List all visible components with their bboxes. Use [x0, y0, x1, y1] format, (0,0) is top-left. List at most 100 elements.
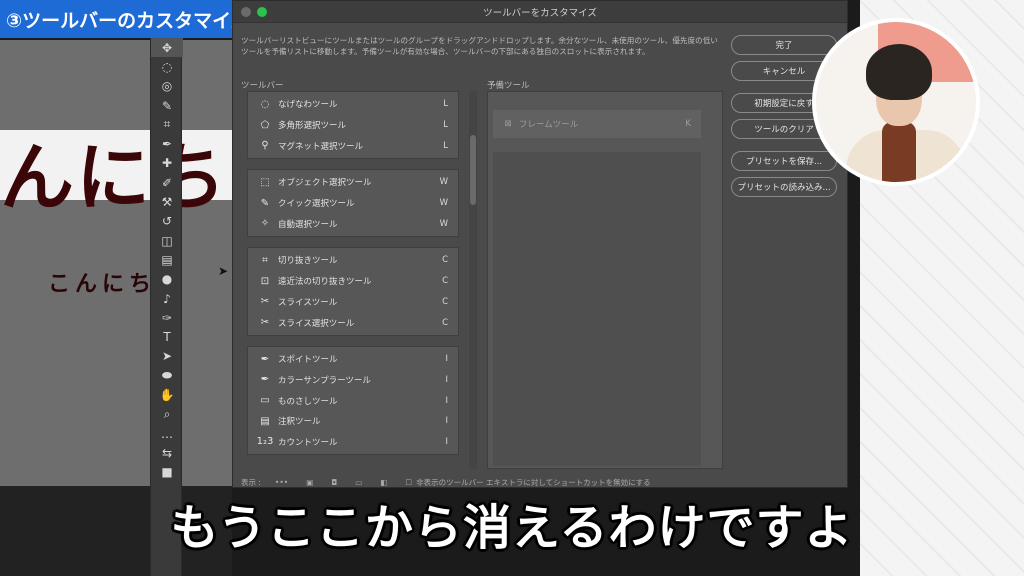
show-extras-icon[interactable]: ••• [275, 478, 288, 487]
blur-icon[interactable]: ● [151, 270, 183, 289]
history-brush-icon[interactable]: ↺ [151, 212, 183, 231]
extra-tools-panel[interactable]: ⊠ フレームツール K [487, 91, 723, 469]
load-preset-button[interactable]: プリセットの読み込み... [731, 177, 837, 197]
count-icon: 1₂3 [256, 436, 274, 448]
hand-icon[interactable]: ✋ [151, 385, 183, 404]
tool-row[interactable]: ✂ スライスツール C [248, 292, 458, 313]
tool-label: スライス選択ツール [278, 318, 355, 329]
dialog-titlebar: ツールバーをカスタマイズ [233, 1, 847, 23]
object-select-icon: ⬚ [260, 176, 270, 188]
swap-colors-icon[interactable]: ⇆ [151, 443, 183, 462]
eyedropper-icon: ✒ [260, 353, 270, 365]
zoom-icon[interactable]: ⌕ [151, 405, 183, 424]
perspective-crop-icon: ⊡ [260, 275, 270, 287]
tool-group[interactable]: ⬚ オブジェクト選択ツール W ✎ クイック選択ツール W ✧ 自動選択ツール W [247, 169, 459, 238]
canvas-area [0, 40, 232, 490]
show-edit-icon[interactable]: ▣ [306, 478, 313, 487]
color-swatch-icon[interactable]: ■ [151, 463, 183, 482]
dodge-icon[interactable]: ♪ [151, 289, 183, 308]
tool-label: 遠近法の切り抜きツール [278, 277, 372, 288]
tool-row[interactable]: ⬚ オブジェクト選択ツール W [248, 172, 458, 193]
save-preset-button[interactable]: プリセットを保存... [731, 151, 837, 171]
gradient-icon[interactable]: ▤ [151, 250, 183, 269]
clone-stamp-icon[interactable]: ⚒ [151, 192, 183, 211]
tool-row[interactable]: ⚲ マグネット選択ツール L [248, 135, 458, 156]
magic-wand-icon: ✧ [260, 218, 270, 230]
scrollbar-thumb[interactable] [470, 135, 476, 205]
quick-select-icon[interactable]: ✎ [151, 96, 183, 115]
path-select-icon[interactable]: ➤ [151, 347, 183, 366]
tool-group[interactable]: ◌ なげなわツール L ⬠ 多角形選択ツール L ⚲ マグネット選択ツール L [247, 91, 459, 160]
tool-shortcut: I [445, 395, 448, 406]
tool-row[interactable]: ⬠ 多角形選択ツール L [248, 115, 458, 136]
slice-icon: ✂ [260, 296, 270, 308]
video-subtitle: もうここから消えるわけですよ [170, 500, 854, 556]
lasso-icon[interactable]: ◎ [151, 77, 183, 96]
color-sampler-icon: ✒ [260, 374, 270, 386]
tool-row[interactable]: ✎ クイック選択ツール W [248, 193, 458, 214]
tool-row[interactable]: ✒ カラーサンプラーツール I [248, 370, 458, 391]
crop-icon[interactable]: ⌗ [151, 115, 183, 134]
tool-shortcut: K [685, 119, 691, 129]
eyedropper-icon[interactable]: ✒ [151, 134, 183, 153]
tool-shortcut: I [445, 436, 448, 447]
tool-shortcut: I [445, 354, 448, 365]
tool-row[interactable]: ▭ ものさしツール I [248, 390, 458, 411]
dialog-bottom-bar: 表示 : ••• ▣ ◘ ▭ ◧ ☐ 非表示のツールバー エキストラに対してショ… [233, 475, 849, 489]
extra-tools-section-label: 予備ツール [487, 81, 530, 91]
extra-tools-drop-area[interactable] [493, 152, 701, 466]
quick-select-icon: ✎ [260, 197, 270, 209]
note-icon: ▤ [260, 415, 270, 427]
tool-row[interactable]: ✧ 自動選択ツール W [248, 213, 458, 234]
tool-row[interactable]: ⌗ 切り抜きツール C [248, 250, 458, 271]
marquee-icon[interactable]: ◌ [151, 57, 183, 76]
tool-shortcut: C [442, 276, 448, 287]
healing-icon[interactable]: ✚ [151, 154, 183, 173]
tool-shortcut: L [443, 99, 448, 110]
tool-label: なげなわツール [278, 100, 338, 111]
tool-row[interactable]: ✂ スライス選択ツール C [248, 312, 458, 333]
chapter-badge: ③ツールバーのカスタマイズ [0, 0, 250, 38]
brush-icon[interactable]: ✐ [151, 173, 183, 192]
show-quick-mask-icon[interactable]: ◘ [331, 478, 337, 487]
disable-shortcuts-label: 非表示のツールバー エキストラに対してショートカットを無効にする [416, 477, 651, 487]
tool-row[interactable]: ⊡ 遠近法の切り抜きツール C [248, 271, 458, 292]
type-icon[interactable]: T [151, 327, 183, 346]
show-color-icon[interactable]: ◧ [380, 478, 387, 487]
tool-shortcut: L [443, 120, 448, 131]
tool-shortcut: W [439, 177, 448, 188]
tool-row[interactable]: ▤ 注釈ツール I [248, 411, 458, 432]
dialog-description: ツールバーリストビューにツールまたはツールのグループをドラッグアンドドロップしま… [241, 36, 718, 56]
toolbar-list[interactable]: ◌ なげなわツール L ⬠ 多角形選択ツール L ⚲ マグネット選択ツール L ⬚ オブジェク… [247, 91, 459, 469]
tool-shortcut: C [442, 317, 448, 328]
done-button[interactable]: 完了 [731, 35, 837, 55]
tool-label: 切り抜きツール [278, 256, 338, 267]
frame-icon: ⊠ [504, 119, 512, 129]
extra-tool-row[interactable]: ⊠ フレームツール K [493, 110, 701, 138]
tool-shortcut: L [443, 140, 448, 151]
polygon-lasso-icon: ⬠ [260, 119, 270, 131]
more-icon[interactable]: … [151, 424, 183, 443]
disable-shortcuts-checkbox[interactable]: ☐ [405, 478, 412, 487]
lasso-icon: ◌ [260, 98, 270, 110]
ellipse-icon[interactable]: ⬬ [151, 366, 183, 385]
eraser-icon[interactable]: ◫ [151, 231, 183, 250]
tool-shortcut: C [442, 255, 448, 266]
tool-group[interactable]: ✒ スポイトツール I ✒ カラーサンプラーツール I ▭ ものさしツール I ▤ 注釈ツール… [247, 345, 459, 456]
tool-row[interactable]: ◌ なげなわツール L [248, 94, 458, 115]
ruler-icon: ▭ [260, 395, 270, 407]
tool-group[interactable]: ⌗ 切り抜きツール C ⊡ 遠近法の切り抜きツール C ✂ スライスツール C ✂ スライス選… [247, 247, 459, 336]
tool-shortcut: I [445, 416, 448, 427]
tool-row[interactable]: ✒ スポイトツール I [248, 349, 458, 370]
slice-select-icon: ✂ [260, 317, 270, 329]
toolbar-section-label: ツールバー [241, 81, 284, 91]
dialog-title: ツールバーをカスタマイズ [483, 7, 597, 19]
tool-shortcut: I [445, 374, 448, 385]
tool-label: オブジェクト選択ツール [278, 178, 372, 189]
move-icon[interactable]: ✥ [151, 38, 183, 58]
show-screen-mode-icon[interactable]: ▭ [355, 478, 362, 487]
tool-label: 自動選択ツール [278, 219, 338, 230]
tool-row[interactable]: 1₂3 カウントツール I [248, 432, 458, 453]
pen-icon[interactable]: ✑ [151, 308, 183, 327]
toolbar-list-scrollbar[interactable] [469, 91, 477, 469]
